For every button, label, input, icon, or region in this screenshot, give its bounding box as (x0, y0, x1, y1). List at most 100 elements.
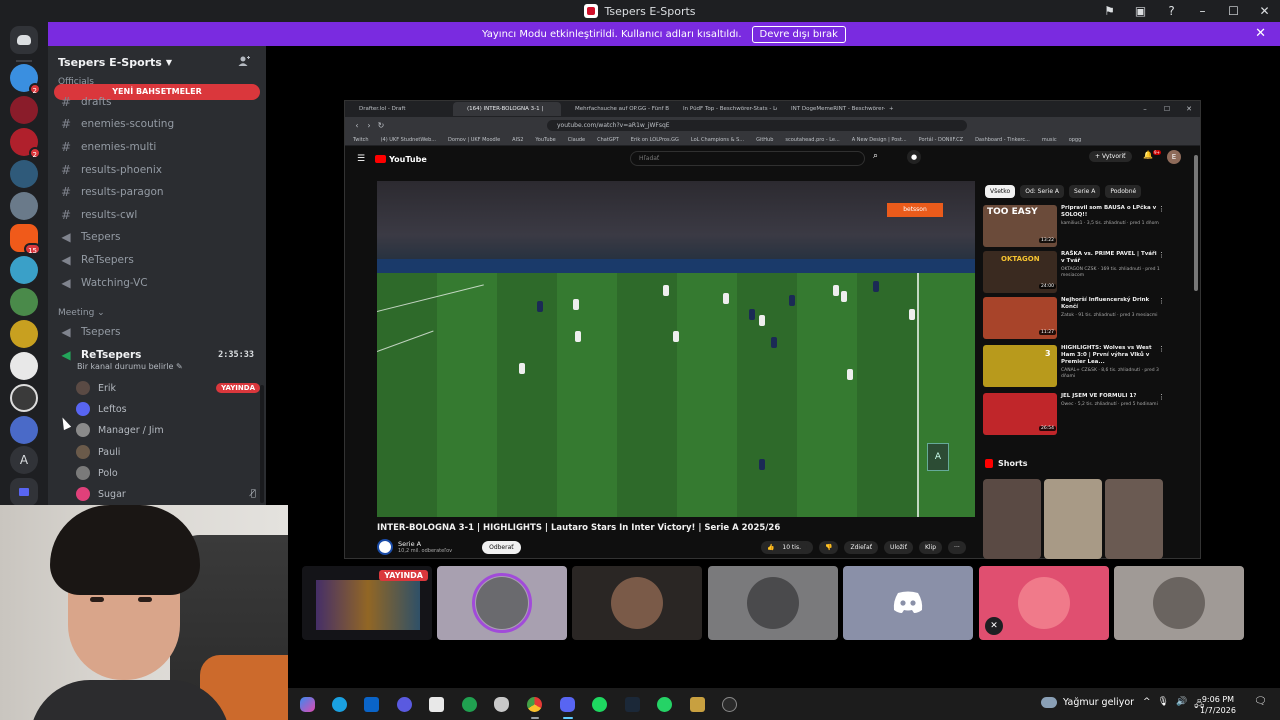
server-icon[interactable] (10, 384, 38, 412)
bookmark[interactable]: GitHub (756, 137, 773, 143)
subscribe-button[interactable]: Odberať (482, 540, 521, 554)
chip-from-channel[interactable]: Od: Serie A (1020, 185, 1065, 198)
bookmark[interactable]: LoL Champions & S... (691, 137, 744, 143)
recommended-video[interactable]: TOO EASY 13:22 Pripravil som BAUSA o LPč… (983, 205, 1173, 249)
discord-icon[interactable] (560, 697, 575, 712)
bookmark[interactable]: opgg (1069, 137, 1082, 143)
bookmark[interactable]: Claude (568, 137, 585, 143)
voice-member[interactable]: Sugar 🎙̸ (76, 485, 260, 503)
browser-tab[interactable]: In PüdF Top - Beschwörer-Stats - Le (669, 102, 777, 116)
more-button[interactable]: ··· (948, 541, 966, 554)
youtube-logo[interactable]: YouTube (375, 155, 427, 164)
short-thumbnail[interactable] (1044, 479, 1102, 559)
create-button[interactable]: + Vytvoriť (1089, 151, 1132, 162)
clip-button[interactable]: Klip (918, 541, 943, 554)
maximize-button[interactable]: ☐ (1218, 4, 1249, 18)
volume-icon[interactable]: 🔊 (1176, 697, 1187, 713)
bookmark[interactable]: scoutahead.pro - Le... (785, 137, 839, 143)
server-icon[interactable]: 15 (10, 224, 41, 255)
folder-icon[interactable] (10, 478, 38, 506)
weather-widget[interactable]: Yağmur geliyor (1041, 697, 1134, 708)
hamburger-menu-icon[interactable]: ☰ (357, 154, 365, 164)
voice-channel-retsepers[interactable]: ◀ ReTsepers (54, 250, 260, 270)
browser-tab[interactable]: Mehrfachsuche auf OP.GG - Fünf Bü (561, 102, 669, 116)
voice-member[interactable]: Manager / Jim (76, 421, 260, 439)
steam-icon[interactable] (625, 697, 640, 712)
browser-minimize-icon[interactable]: – (1134, 105, 1156, 113)
bookmark[interactable]: A New Design | Post... (852, 137, 907, 143)
bookmark[interactable]: Twitch (353, 137, 369, 143)
server-icon[interactable]: 2 (10, 128, 41, 159)
teams-icon[interactable] (397, 697, 412, 712)
page-scrollbar[interactable] (1194, 155, 1198, 291)
bookmark[interactable]: YouTube (535, 137, 555, 143)
add-member-icon[interactable] (238, 55, 250, 67)
channel-results-cwl[interactable]: # results-cwl (54, 205, 260, 225)
server-icon[interactable] (10, 96, 38, 124)
chrome-icon[interactable] (527, 697, 542, 712)
channel-name[interactable]: Serie A (398, 540, 421, 548)
obs-icon[interactable] (722, 697, 737, 712)
voice-member[interactable]: Erik YAYINDA (76, 379, 260, 397)
search-icon[interactable]: ⌕ (873, 151, 878, 161)
browser-tab-active[interactable]: (164) INTER-BOLOGNA 3-1 | (453, 102, 561, 116)
participant-tile[interactable] (843, 566, 973, 640)
edge-icon[interactable] (332, 697, 347, 712)
bookmark[interactable]: AIS2 (512, 137, 523, 143)
save-button[interactable]: Uložiť (884, 541, 913, 554)
forward-icon[interactable]: › (363, 121, 375, 130)
voice-member[interactable]: Polo (76, 464, 260, 482)
discord-home-icon[interactable] (10, 26, 38, 54)
store-icon[interactable] (429, 697, 444, 712)
more-options-icon[interactable]: ⋮ (1158, 393, 1165, 401)
video-player[interactable]: betsson A (377, 181, 975, 517)
like-button[interactable]: 👍 10 tis. (761, 541, 813, 554)
more-options-icon[interactable]: ⋮ (1158, 297, 1165, 305)
bookmark[interactable]: music (1042, 137, 1057, 143)
whatsapp-icon[interactable] (657, 697, 672, 712)
category-meeting[interactable]: Meeting ⌄ (58, 308, 105, 318)
microphone-icon[interactable]: ● (907, 150, 921, 164)
server-icon[interactable]: 2 (10, 64, 41, 95)
server-icon[interactable] (10, 192, 38, 220)
sidebar-scrollbar[interactable] (260, 385, 264, 503)
youtube-search-input[interactable]: Hľadať (630, 151, 865, 166)
close-button[interactable]: ✕ (1249, 4, 1280, 18)
outlook-icon[interactable] (364, 697, 379, 712)
voice-member[interactable]: Pauli (76, 443, 260, 461)
participant-tile[interactable] (572, 566, 702, 640)
channel-status[interactable]: Bir kanal durumu belirle ✎ (77, 362, 183, 371)
bookmark[interactable]: Portál - DONIIF.CZ (919, 137, 963, 143)
bookmark[interactable]: Dashboard - Tinkerc... (975, 137, 1030, 143)
screen-icon[interactable]: ▣ (1125, 4, 1156, 18)
recommended-video[interactable]: 3 HIGHLIGHTS: Wolves vs West Ham 3:0 | P… (983, 345, 1173, 389)
more-options-icon[interactable]: ⋮ (1158, 345, 1165, 353)
participant-tile[interactable] (1114, 566, 1244, 640)
copilot-icon[interactable] (300, 697, 315, 712)
disable-streamer-mode-button[interactable]: Devre dışı bırak (751, 25, 846, 43)
close-icon[interactable]: ✕ (1255, 26, 1266, 41)
channel-enemies-multi[interactable]: # enemies-multi (54, 137, 260, 157)
short-thumbnail[interactable] (1105, 479, 1163, 559)
notification-center-icon[interactable]: 🗨 (1254, 696, 1267, 707)
new-tab-icon[interactable]: + (885, 102, 905, 116)
short-thumbnail[interactable] (983, 479, 1041, 559)
spotify-icon[interactable] (592, 697, 607, 712)
streamed-browser-window[interactable]: Drafter.lol - Draft (164) INTER-BOLOGNA … (344, 100, 1201, 559)
more-options-icon[interactable]: ⋮ (1158, 205, 1165, 213)
server-icon[interactable] (10, 256, 38, 284)
server-icon[interactable] (10, 288, 38, 316)
more-options-icon[interactable]: ⋮ (1158, 251, 1165, 259)
bookmark[interactable]: Erik on LOLPros.GG (631, 137, 679, 143)
channel-drafts[interactable]: # drafts (54, 92, 260, 112)
microphone-tray-icon[interactable]: 🎙 (1158, 697, 1169, 713)
channel-results-paragon[interactable]: # results-paragon (54, 182, 260, 202)
recommended-video[interactable]: OKTAGON 24:00 RAŠKA vs. PRIME PAVEL | Tv… (983, 251, 1173, 295)
upwork-icon[interactable] (462, 697, 477, 712)
browser-close-icon[interactable]: ✕ (1178, 105, 1200, 113)
bookmark[interactable]: ChatGPT (597, 137, 619, 143)
chip-all[interactable]: Všetko (985, 185, 1016, 198)
participant-tile[interactable]: ✕ (979, 566, 1109, 640)
browser-tab[interactable]: Drafter.lol - Draft (345, 102, 453, 116)
server-icon-a[interactable]: A (10, 446, 38, 474)
